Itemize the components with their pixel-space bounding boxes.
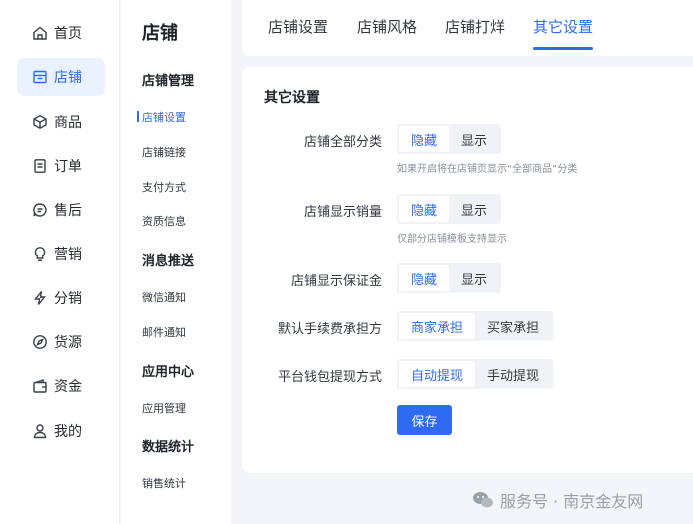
setting-label-fee-bearer: 默认手续费承担方 [277,322,382,337]
bulb-icon [32,246,48,262]
store-icon [32,69,48,85]
option-merchant-bears[interactable]: 商家承担 [399,313,476,339]
toggle-show-deposit: 隐藏 显示 [397,263,502,293]
wechat-icon [473,492,493,508]
option-hide[interactable]: 隐藏 [399,265,450,291]
nav-item-funds[interactable]: 资金 [17,367,105,405]
sub-group-title: 应用中心 [142,365,195,380]
sub-link-sales-stats[interactable]: 销售统计 [142,475,186,491]
save-button[interactable]: 保存 [397,405,452,435]
option-show[interactable]: 显示 [449,265,499,291]
panel-title: 其它设置 [264,90,320,106]
sub-group-title: 消息推送 [142,254,195,269]
nav-item-home[interactable]: 首页 [17,14,105,52]
sub-link-qualification[interactable]: 资质信息 [142,213,186,229]
setting-hint: 如果开启将在店铺页显示“全部商品”分类 [397,164,578,175]
nav-item-mine[interactable]: 我的 [17,412,105,450]
nav-item-store[interactable]: 店铺 [17,58,105,96]
active-tab-indicator [533,47,593,50]
tab-other-settings[interactable]: 其它设置 [533,16,593,37]
home-icon [32,25,48,41]
sub-link-store-settings[interactable]: 店铺设置 [137,109,186,125]
nav-label: 店铺 [54,70,82,86]
sub-group-title: 数据统计 [142,440,195,455]
sub-link-wechat-notify[interactable]: 微信通知 [142,289,186,305]
nav-item-after-sales[interactable]: 售后 [17,191,105,229]
nav-label: 资金 [54,379,82,395]
toggle-fee-bearer: 商家承担 买家承担 [397,311,554,341]
sub-sidebar-title: 店铺 [142,23,178,44]
wallet-icon [32,378,48,394]
sub-link-email-notify[interactable]: 邮件通知 [142,324,186,340]
toggle-all-categories: 隐藏 显示 [397,124,502,154]
option-show[interactable]: 显示 [449,196,499,222]
setting-hint: 仅部分店铺模板支持显示 [397,234,507,245]
tab-store-settings[interactable]: 店铺设置 [268,16,328,37]
cube-icon [32,114,48,130]
nav-label: 售后 [54,203,82,219]
tab-store-closing[interactable]: 店铺打烊 [445,16,505,37]
nav-label: 订单 [54,159,82,175]
option-buyer-bears[interactable]: 买家承担 [475,313,551,339]
option-hide[interactable]: 隐藏 [399,196,450,222]
lightning-icon [32,290,48,306]
option-show[interactable]: 显示 [449,126,499,152]
nav-label: 营销 [54,247,82,263]
compass-icon [32,334,48,350]
nav-item-distribution[interactable]: 分销 [17,279,105,317]
user-icon [32,423,48,439]
after-sales-icon [32,202,48,218]
sub-sidebar: 店铺 店铺管理 店铺设置 店铺链接 支付方式 资质信息 消息推送 微信通知 邮件… [121,0,231,524]
settings-tabs: 店铺设置 店铺风格 店铺打烊 其它设置 [242,0,693,56]
nav-label: 货源 [54,335,82,351]
other-settings-panel: 其它设置 店铺全部分类 隐藏 显示 如果开启将在店铺页显示“全部商品”分类 店铺… [242,67,693,473]
main-sidebar: 首页 店铺 商品 订单 售后 营销 分销 货源 资金 我的 [0,0,120,524]
setting-label-show-deposit: 店铺显示保证金 [290,274,382,289]
nav-item-orders[interactable]: 订单 [17,147,105,185]
option-auto-withdraw[interactable]: 自动提现 [399,361,476,387]
option-manual-withdraw[interactable]: 手动提现 [475,361,551,387]
nav-label: 我的 [54,424,82,440]
nav-item-marketing[interactable]: 营销 [17,235,105,273]
order-icon [32,158,48,174]
setting-label-all-categories: 店铺全部分类 [303,135,382,150]
nav-label: 首页 [54,26,82,42]
sub-group-title: 店铺管理 [142,74,195,89]
tab-store-style[interactable]: 店铺风格 [357,16,417,37]
sub-link-app-manage[interactable]: 应用管理 [142,400,186,416]
watermark-text: 服务号 · 南京金友网 [500,492,644,511]
nav-item-sourcing[interactable]: 货源 [17,323,105,361]
toggle-show-sales: 隐藏 显示 [397,194,502,224]
nav-label: 分销 [54,291,82,307]
setting-label-show-sales: 店铺显示销量 [303,205,382,220]
sub-link-store-link[interactable]: 店铺链接 [142,144,186,160]
setting-label-withdraw-mode: 平台钱包提现方式 [277,370,382,385]
toggle-withdraw-mode: 自动提现 手动提现 [397,359,554,389]
sub-link-payment[interactable]: 支付方式 [142,179,186,195]
watermark: 服务号 · 南京金友网 [472,488,643,512]
nav-label: 商品 [54,115,82,131]
nav-item-goods[interactable]: 商品 [17,103,105,141]
option-hide[interactable]: 隐藏 [399,126,450,152]
